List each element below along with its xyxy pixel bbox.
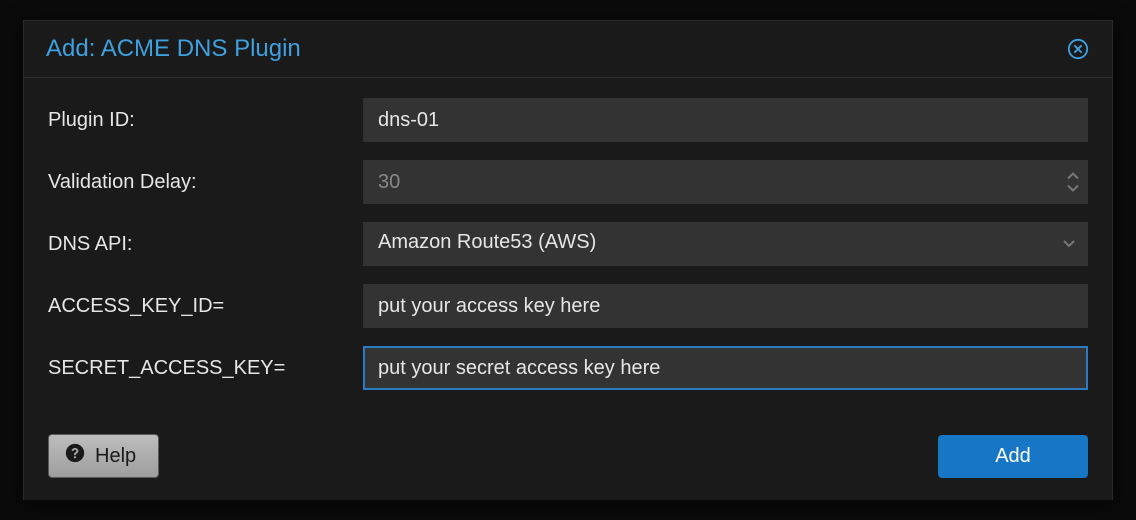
validation-delay-label: Validation Delay: [48, 171, 363, 194]
secret-access-key-field-wrap [363, 346, 1088, 390]
form-row-dns-api: DNS API: Amazon Route53 (AWS) [48, 222, 1088, 266]
dialog-body: Plugin ID: Validation Delay: DNS [24, 78, 1112, 424]
secret-access-key-label: SECRET_ACCESS_KEY= [48, 357, 363, 380]
help-icon [65, 443, 85, 469]
dns-api-select[interactable]: Amazon Route53 (AWS) [363, 222, 1088, 266]
chevron-down-icon[interactable] [1066, 183, 1080, 193]
help-button-label: Help [95, 445, 136, 468]
plugin-id-input[interactable] [363, 98, 1088, 142]
form-row-secret-access-key: SECRET_ACCESS_KEY= [48, 346, 1088, 390]
add-button[interactable]: Add [938, 435, 1088, 478]
dialog-title: Add: ACME DNS Plugin [46, 35, 301, 63]
add-button-label: Add [995, 445, 1031, 467]
access-key-id-input[interactable] [363, 284, 1088, 328]
plugin-id-field-wrap [363, 98, 1088, 142]
add-acme-dns-plugin-dialog: Add: ACME DNS Plugin Plugin ID: Validati… [23, 20, 1113, 500]
help-button[interactable]: Help [48, 434, 159, 478]
secret-access-key-input[interactable] [363, 346, 1088, 390]
form-row-plugin-id: Plugin ID: [48, 98, 1088, 142]
plugin-id-label: Plugin ID: [48, 109, 363, 132]
validation-delay-field-wrap [363, 160, 1088, 204]
access-key-id-field-wrap [363, 284, 1088, 328]
dns-api-field-wrap: Amazon Route53 (AWS) [363, 222, 1088, 266]
spinner-controls[interactable] [1066, 172, 1080, 193]
form-row-validation-delay: Validation Delay: [48, 160, 1088, 204]
dns-api-label: DNS API: [48, 233, 363, 256]
close-icon[interactable] [1066, 37, 1090, 61]
dialog-footer: Help Add [24, 424, 1112, 500]
validation-delay-input[interactable] [363, 160, 1088, 204]
access-key-id-label: ACCESS_KEY_ID= [48, 295, 363, 318]
form-row-access-key-id: ACCESS_KEY_ID= [48, 284, 1088, 328]
chevron-up-icon[interactable] [1066, 172, 1080, 182]
dialog-header: Add: ACME DNS Plugin [24, 21, 1112, 78]
